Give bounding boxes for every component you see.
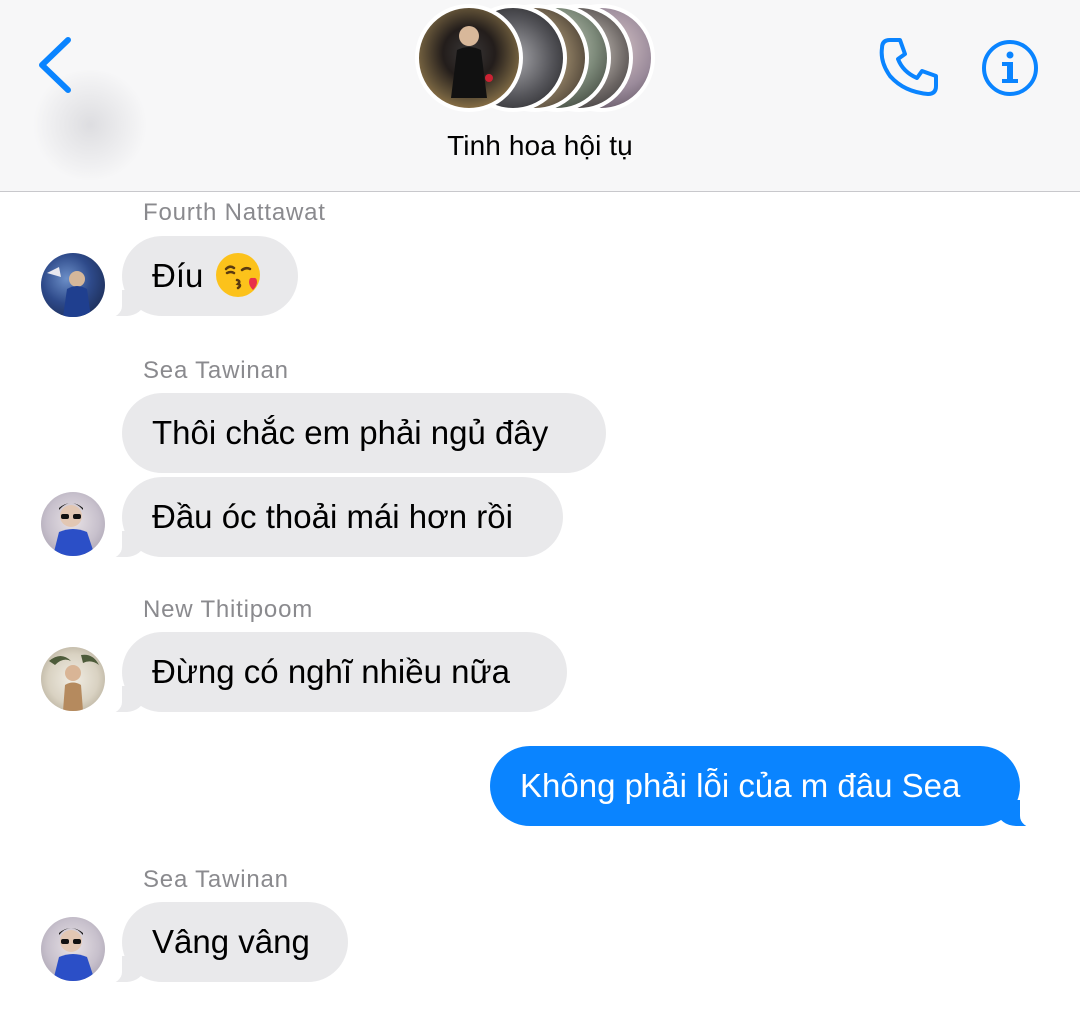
message-text: Không phải lỗi của m đâu Sea (520, 767, 961, 804)
avatar[interactable] (41, 647, 105, 711)
message-list[interactable]: Fourth Nattawat Đíu Sea Tawinan Thôi chắ… (0, 0, 1080, 1028)
avatar[interactable] (41, 492, 105, 556)
message-text: Đíu (152, 257, 204, 294)
sender-name: Sea Tawinan (143, 866, 289, 893)
message-text: Thôi chắc em phải ngủ đây (152, 414, 549, 451)
message-bubble[interactable]: Đừng có nghĩ nhiều nữa (98, 632, 567, 714)
message-bubble[interactable]: Đíu (98, 236, 298, 318)
message-bubble[interactable]: Đầu óc thoải mái hơn rồi (98, 477, 563, 559)
avatar[interactable] (41, 917, 105, 981)
kissing-face-with-heart-icon (216, 253, 261, 298)
sender-name: Sea Tawinan (143, 357, 289, 384)
message-bubble[interactable]: Vâng vâng (98, 902, 348, 984)
message-text: Đầu óc thoải mái hơn rồi (152, 498, 513, 535)
sender-name: New Thitipoom (143, 596, 314, 623)
avatar[interactable] (41, 253, 105, 317)
message-text: Vâng vâng (152, 923, 310, 960)
message-bubble[interactable]: Thôi chắc em phải ngủ đây (122, 393, 606, 473)
message-text: Đừng có nghĩ nhiều nữa (152, 653, 510, 690)
outgoing-message-bubble[interactable]: Không phải lỗi của m đâu Sea (490, 746, 1044, 828)
sender-name: Fourth Nattawat (143, 199, 326, 226)
